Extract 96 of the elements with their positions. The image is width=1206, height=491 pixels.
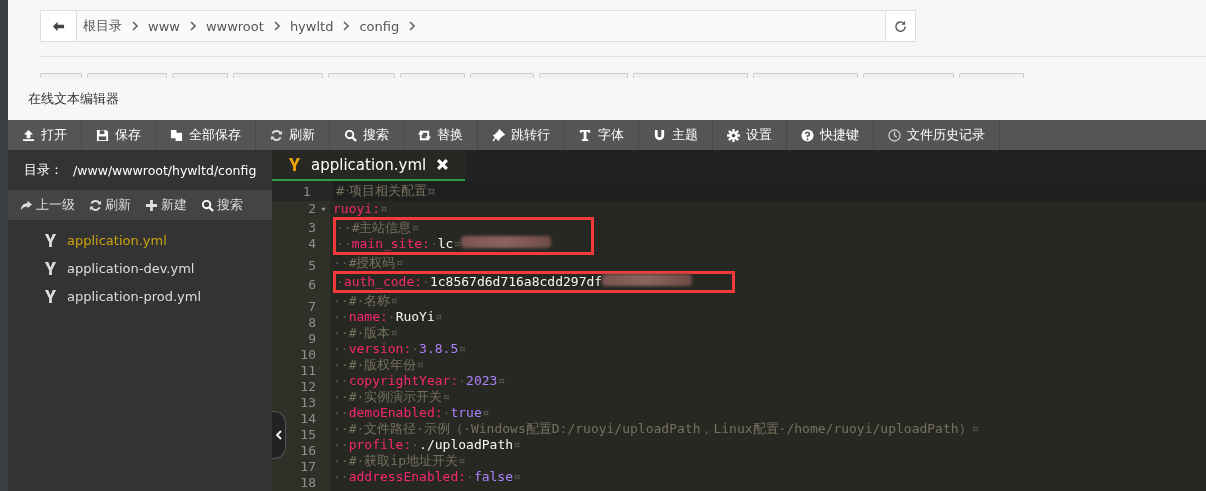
search-icon	[344, 128, 357, 142]
code-line: ··#·名称¤	[333, 293, 399, 309]
covered-button[interactable]	[172, 73, 228, 78]
yaml-file-icon	[44, 260, 57, 276]
file-name: application.yml	[67, 232, 167, 248]
code-line: ··#授权码¤	[333, 255, 404, 271]
code-editor[interactable]	[272, 181, 1206, 491]
line-number: 8	[308, 315, 316, 331]
pin-icon	[492, 128, 505, 142]
file-item[interactable]: application-prod.yml	[8, 282, 272, 310]
floppy-icon	[96, 128, 109, 142]
chevron-right-icon	[343, 21, 350, 31]
file-item[interactable]: application-dev.yml	[8, 254, 272, 282]
line-number: 12	[300, 379, 316, 395]
line-number: 2	[308, 201, 316, 217]
line-number: 13	[300, 395, 316, 411]
chevron-right-icon	[273, 21, 280, 31]
breadcrumb-link[interactable]: 根目录	[83, 17, 122, 35]
directory-path: /www/wwwroot/hywltd/config	[73, 162, 257, 178]
magnet-icon	[653, 128, 666, 142]
tab-label: application.yml	[311, 155, 427, 174]
line-number: 5	[308, 258, 316, 274]
line-number: 15	[300, 427, 316, 443]
plus-icon	[145, 198, 158, 212]
line-number: 3	[308, 220, 316, 236]
line-number: 1	[303, 183, 311, 199]
text-icon	[579, 128, 592, 142]
breadcrumb-link[interactable]: hywltd	[289, 18, 334, 34]
line-number: 18	[300, 475, 316, 491]
line-number: 4	[308, 236, 316, 252]
code-line: ··main_site:·lc¤	[336, 236, 462, 252]
line-number: 10	[300, 347, 316, 363]
line-number: 9	[308, 331, 316, 347]
covered-button[interactable]	[470, 73, 534, 78]
code-line: ··profile:·./uploadPath¤	[333, 437, 521, 453]
code-line: ·auth_code:·1c8567d6d716a8cdd297df	[336, 274, 603, 290]
covered-button[interactable]	[539, 73, 628, 78]
line-number: 17	[300, 459, 316, 475]
fold-arrow-icon[interactable]	[319, 206, 327, 212]
collapse-handle[interactable]	[272, 411, 286, 459]
covered-button[interactable]	[328, 73, 395, 78]
covered-button[interactable]	[959, 73, 1024, 78]
code-line: ··#·版本¤	[333, 325, 399, 341]
yaml-file-icon	[44, 232, 57, 248]
editor-tab[interactable]: application.yml	[272, 150, 466, 181]
swap-icon	[418, 128, 431, 142]
code-line: ··#·实例演示开关¤	[333, 389, 451, 405]
code-line: ··version:·3.8.5¤	[333, 341, 467, 357]
back-arrow-icon	[52, 19, 65, 33]
covered-button[interactable]	[863, 73, 954, 78]
chevron-right-icon	[132, 21, 138, 31]
code-line: ··addressEnabled:·false¤	[333, 469, 521, 485]
upload-icon	[22, 128, 35, 142]
code-line: ··name:·RuoYi¤	[333, 309, 443, 325]
copy-icon	[170, 128, 183, 142]
forward-arrow-icon	[20, 198, 33, 212]
file-name: application-prod.yml	[67, 288, 202, 304]
code-line: ··demoEnabled:·true¤	[333, 405, 490, 421]
chevron-right-icon	[409, 21, 416, 31]
code-line: ··copyrightYear:·2023¤	[333, 373, 506, 389]
code-line: ··#·版权年份¤	[333, 357, 425, 373]
search-icon	[201, 198, 214, 212]
covered-button[interactable]	[753, 73, 858, 78]
breadcrumb-link[interactable]: www	[148, 18, 180, 34]
chevron-right-icon	[189, 21, 196, 31]
clock-icon	[888, 128, 901, 142]
breadcrumb-link[interactable]: wwwroot	[205, 18, 264, 34]
close-icon[interactable]	[436, 158, 450, 171]
line-number: 6	[308, 277, 316, 293]
covered-button[interactable]	[40, 73, 82, 78]
settings-icon	[727, 128, 740, 142]
line-number: 14	[300, 411, 316, 427]
chevron-left-icon	[275, 430, 282, 440]
covered-button[interactable]	[233, 73, 323, 78]
code-line: ··#主站信息¤	[336, 220, 420, 236]
file-item[interactable]: application.yml	[8, 226, 272, 254]
file-name: application-dev.yml	[67, 260, 195, 276]
breadcrumb-link[interactable]: config	[359, 18, 400, 34]
code-line: ··#·获取ip地址开关¤	[333, 453, 466, 469]
line-number: 16	[300, 443, 316, 459]
line-number: 7	[308, 299, 316, 315]
window-title: 在线文本编辑器	[28, 90, 119, 108]
help-icon	[801, 128, 814, 142]
directory-label: 目录：	[24, 161, 63, 179]
refresh-icon	[89, 198, 102, 212]
code-line: ruoyi:¤	[333, 201, 388, 217]
yaml-file-icon	[44, 288, 57, 304]
refresh-icon	[894, 19, 907, 33]
covered-button[interactable]	[87, 73, 167, 78]
line-number: 11	[300, 363, 316, 379]
code-line: ··#·文件路径·示例（·Windows配置D:/ruoyi/uploadPath，Linux配置·/home/ruoyi/uploadPath）¤	[333, 421, 980, 437]
yaml-file-icon	[288, 157, 301, 172]
covered-button[interactable]	[400, 73, 465, 78]
code-line: #·项目相关配置¤	[335, 182, 436, 200]
covered-button[interactable]	[633, 73, 748, 78]
refresh-icon	[270, 128, 283, 142]
